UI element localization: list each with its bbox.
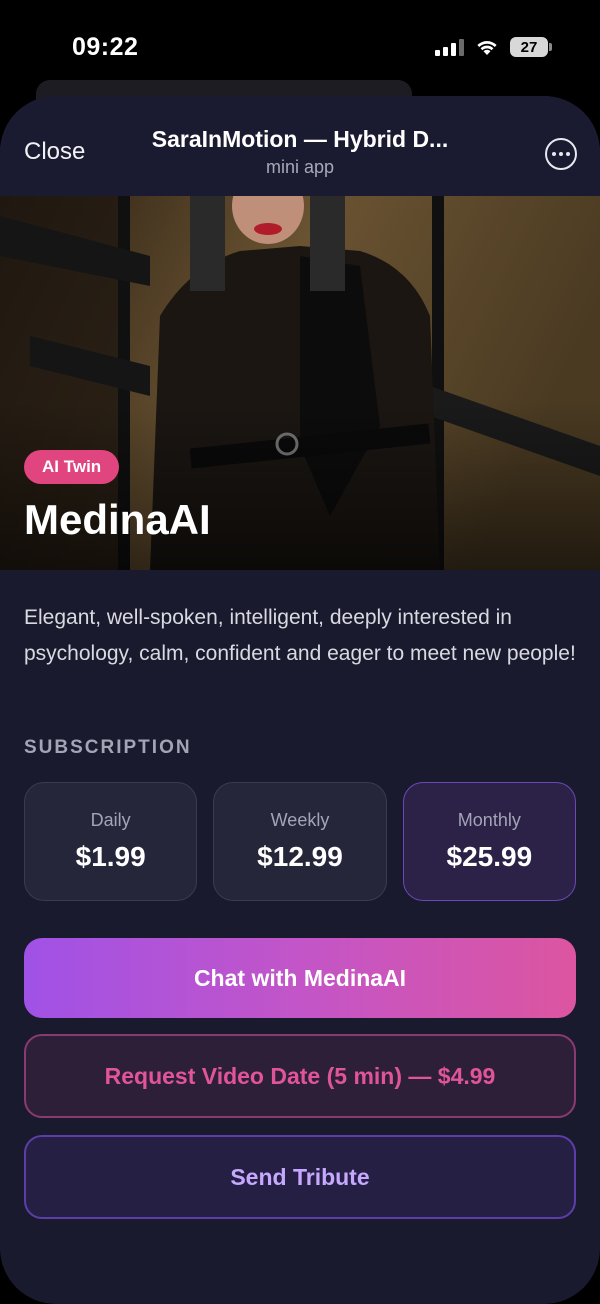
mini-app-sheet: Close SaraInMotion — Hybrid D... mini ap… — [0, 96, 600, 1304]
battery-icon: 27 — [510, 37, 552, 57]
mini-app-header: Close SaraInMotion — Hybrid D... mini ap… — [0, 96, 600, 196]
ai-twin-badge: AI Twin — [24, 450, 120, 484]
cellular-signal-icon — [435, 38, 464, 56]
subscription-plans: Daily $1.99 Weekly $12.99 Monthly $25.99 — [24, 782, 576, 901]
ellipsis-circle-icon[interactable] — [545, 138, 577, 170]
plan-name: Monthly — [457, 810, 521, 830]
wifi-icon — [477, 41, 497, 55]
subscription-label: SUBSCRIPTION — [24, 737, 192, 758]
page-subtitle: mini app — [265, 157, 335, 177]
plan-daily[interactable]: Daily $1.99 — [24, 782, 198, 901]
plan-price: $25.99 — [446, 841, 533, 872]
chat-button[interactable]: Chat with MedinaAI — [24, 938, 576, 1018]
profile-name: MedinaAI — [24, 496, 211, 543]
status-time: 09:22 — [72, 33, 139, 61]
profile-description: Elegant, well-spoken, intelligent, deepl… — [24, 606, 576, 665]
request-video-date-button[interactable]: Request Video Date (5 min) — $4.99 — [24, 1034, 576, 1118]
plan-price: $1.99 — [75, 841, 146, 872]
page-title: SaraInMotion — Hybrid D... — [151, 126, 449, 152]
status-icons: 27 — [435, 36, 552, 58]
plan-name: Daily — [90, 810, 131, 830]
plan-monthly[interactable]: Monthly $25.99 — [402, 782, 576, 901]
plan-name: Weekly — [270, 810, 330, 830]
send-tribute-button[interactable]: Send Tribute — [24, 1135, 576, 1219]
plan-price: $12.99 — [257, 841, 343, 872]
hero-banner: AI Twin MedinaAI — [0, 196, 600, 570]
close-button[interactable]: Close — [24, 138, 85, 166]
plan-weekly[interactable]: Weekly $12.99 — [213, 782, 387, 901]
